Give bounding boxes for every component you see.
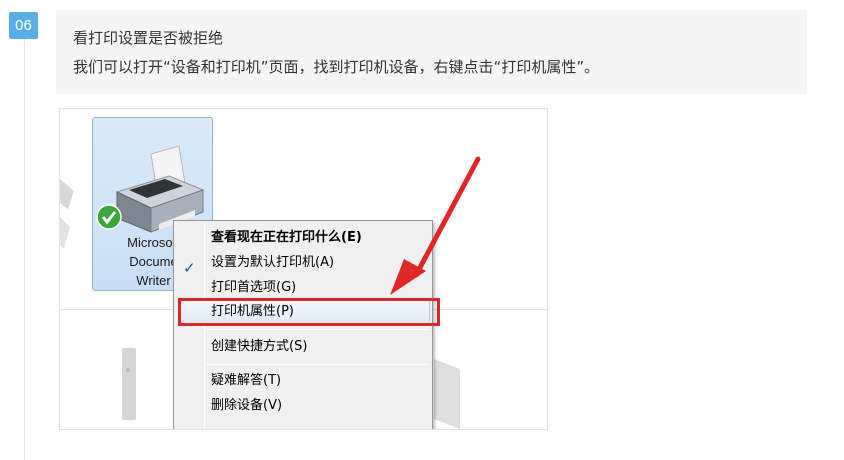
default-check-icon [96, 204, 122, 230]
step-description: 我们可以打开“设备和打印机”页面，找到打印机设备，右键点击“打印机属性”。 [73, 58, 600, 76]
step-number-badge: 06 [9, 12, 38, 39]
timeline-rail [24, 39, 25, 460]
step-note: 看打印设置是否被拒绝 我们可以打开“设备和打印机”页面，找到打印机设备，右键点击… [56, 10, 807, 94]
menu-item-create-shortcut[interactable]: 创建快捷方式(S) [211, 336, 307, 358]
neighbor-device-icon-2 [434, 359, 460, 429]
menu-item-remove-device[interactable]: 删除设备(V) [211, 395, 282, 417]
menu-item-printing-preferences[interactable]: 打印首选项(G) [211, 277, 296, 299]
menu-item-troubleshoot[interactable]: 疑难解答(T) [211, 370, 281, 392]
step-title: 看打印设置是否被拒绝 [73, 29, 224, 47]
annotation-highlight-box [178, 298, 440, 326]
neighbor-drive-icon [122, 348, 136, 420]
menu-separator [206, 329, 428, 330]
menu-separator [206, 364, 428, 365]
checkmark-icon: ✓ [183, 259, 196, 277]
menu-item-set-default[interactable]: 设置为默认打印机(A) [211, 252, 334, 274]
menu-gutter [204, 223, 205, 429]
menu-item-see-printing[interactable]: 查看现在正在打印什么(E) [211, 227, 362, 249]
tutorial-screenshot: Microsoft Docume Writer 查看现在正在打印什么(E) ✓ … [59, 108, 548, 430]
